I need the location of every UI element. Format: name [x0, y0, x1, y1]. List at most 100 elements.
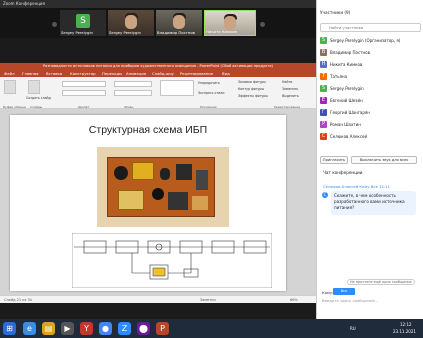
pcb-board [107, 157, 215, 217]
shapes-gallery[interactable] [160, 80, 194, 96]
chat-sender: Селюков Алексей Кому Все 12:11 [323, 184, 390, 189]
participant-row[interactable]: Р Роман Шахтин [320, 120, 421, 130]
participant-row[interactable]: Г Георгий Шангарян [320, 108, 421, 118]
participant-row[interactable]: Н Никита Кимков [320, 60, 421, 70]
font-formatting-bar[interactable] [62, 90, 106, 96]
participant-row[interactable]: Т Татьяна [320, 72, 421, 82]
ribbon: Создать слайд Упорядочить Экспресс-стили… [0, 77, 316, 109]
media-icon[interactable]: ▶ [61, 322, 74, 335]
avatar: Н [320, 61, 327, 68]
avatar: S [320, 85, 327, 92]
strip-next-arrow[interactable] [260, 22, 265, 27]
slide-title: Структурная схема ИБП [88, 124, 208, 136]
chat-title: Чат конференции [323, 170, 363, 175]
participant-name: Татьяна [330, 74, 348, 79]
invite-button[interactable]: Пригласить [320, 156, 348, 164]
shape-outline-button[interactable]: Контур фигуры [238, 87, 264, 91]
strip-prev-arrow[interactable] [52, 22, 57, 27]
paste-button[interactable] [4, 80, 16, 94]
language-indicator[interactable]: RU [350, 326, 356, 331]
participant-actions: Пригласить Выключить звук для всех [320, 156, 421, 166]
mute-all-button[interactable]: Выключить звук для всех [351, 156, 417, 164]
participant-name: Sergey Perelygin (Организатор, я) [330, 38, 401, 43]
tile-name: Sergey Perelygin [61, 30, 93, 35]
zoom-level[interactable]: 66% [290, 296, 298, 304]
avatar: В [320, 49, 327, 56]
powerpoint-titlebar: Разновидности источников питания для при… [0, 63, 316, 70]
zoom-window-title: Zoom Конференция [3, 1, 45, 6]
unread-indicator[interactable]: Не прочтено ещё одно сообщение [347, 279, 415, 285]
find-button[interactable]: Найти [282, 80, 292, 84]
participant-name: Никита Кимков [330, 62, 363, 67]
tile-name: Владимир Постнов [157, 30, 195, 35]
slide-counter: Слайд 21 из 34 [4, 298, 32, 302]
new-slide-label: Создать слайд [26, 96, 51, 100]
tab-view[interactable]: Вид [222, 71, 230, 76]
replace-button[interactable]: Заменить [282, 87, 298, 91]
video-tile[interactable]: S Sergey Perelygin [60, 10, 106, 36]
tab-design[interactable]: Конструктор [70, 71, 96, 76]
select-button[interactable]: Выделить [282, 94, 299, 98]
to-label: Кому: [322, 290, 334, 295]
participant-name: Георгий Шангарян [330, 110, 370, 115]
tab-animation[interactable]: Анимация [126, 71, 146, 76]
participant-name: Sergey Perelygin [330, 86, 364, 91]
window-title: Разновидности источников питания для при… [43, 64, 273, 68]
new-slide-button[interactable] [28, 80, 40, 94]
video-tile-active[interactable]: Никита Кимков [204, 10, 256, 36]
participant-row[interactable]: Е Евгений Шеэйн [320, 96, 421, 106]
video-tile[interactable]: Владимир Постнов [156, 10, 202, 36]
tab-home[interactable]: Главная [22, 71, 38, 76]
zoom-icon[interactable]: Z [118, 322, 131, 335]
chat-message: Скажите, в чем особенность разработанног… [331, 191, 416, 215]
recipient-dropdown[interactable]: Все [333, 288, 355, 295]
shape-effects-button[interactable]: Эффекты фигуры [238, 94, 268, 98]
participant-name: Роман Шахтин [330, 122, 361, 127]
participant-search-input[interactable]: Найти участника [320, 23, 421, 32]
participants-title: Участники (9) [320, 10, 351, 15]
start-icon[interactable]: ⊞ [3, 322, 16, 335]
video-tile[interactable]: Sergey Perelygin [108, 10, 154, 36]
notes-button[interactable]: Заметки [200, 296, 216, 304]
alignment-bar[interactable] [114, 90, 152, 96]
participant-row[interactable]: В Владимир Постнов [320, 48, 421, 58]
shape-fill-button[interactable]: Заливка фигуры [238, 80, 266, 84]
slide-canvas: Структурная схема ИБП [0, 109, 316, 295]
avatar: Г [320, 109, 327, 116]
font-selector[interactable] [62, 81, 106, 87]
zoom-titlebar: Zoom Конференция [0, 0, 316, 8]
tab-insert[interactable]: Вставка [46, 71, 62, 76]
tab-transitions[interactable]: Переходы [102, 71, 122, 76]
chat-avatar: С [322, 192, 328, 198]
tile-name: Sergey Perelygin [109, 30, 141, 35]
avatar: Т [320, 73, 327, 80]
quick-styles-button[interactable]: Экспресс-стили [198, 91, 224, 95]
chat-input[interactable]: Введите здесь сообщение... [322, 298, 378, 303]
ie-icon[interactable]: e [23, 322, 36, 335]
tab-slideshow[interactable]: Слайд-шоу [152, 71, 174, 76]
video-strip: S Sergey Perelygin Sergey Perelygin Влад… [0, 8, 316, 38]
powerpoint-icon[interactable]: P [156, 322, 169, 335]
tab-review[interactable]: Рецензирование [180, 71, 213, 76]
chrome-icon[interactable]: ● [99, 322, 112, 335]
block-diagram [72, 233, 272, 288]
participant-row[interactable]: S Sergey Perelygin [320, 84, 421, 94]
clock-date[interactable]: 23.11.2021 [393, 329, 416, 334]
participants-panel: Участники (9) Найти участника S Sergey P… [316, 0, 423, 319]
pcb-photo [97, 147, 229, 227]
tab-file[interactable]: Файл [4, 71, 15, 76]
avatar: S [76, 14, 90, 28]
powerpoint-statusbar: Слайд 21 из 34 Заметки 66% [0, 295, 316, 303]
clock-time[interactable]: 12:12 [400, 322, 412, 327]
slide[interactable]: Структурная схема ИБП [10, 115, 286, 291]
participant-row[interactable]: S Sergey Perelygin (Организатор, я) [320, 36, 421, 46]
participant-row[interactable]: С Селюков Алексей [320, 132, 421, 142]
avatar: Р [320, 121, 327, 128]
arrange-button[interactable]: Упорядочить [198, 81, 220, 85]
yandex-icon[interactable]: Y [80, 322, 93, 335]
app-icon[interactable]: ⬤ [137, 322, 150, 335]
avatar: Е [320, 97, 327, 104]
explorer-icon[interactable]: ▤ [42, 322, 55, 335]
participant-name: Евгений Шеэйн [330, 98, 363, 103]
paragraph-bar[interactable] [114, 81, 152, 87]
